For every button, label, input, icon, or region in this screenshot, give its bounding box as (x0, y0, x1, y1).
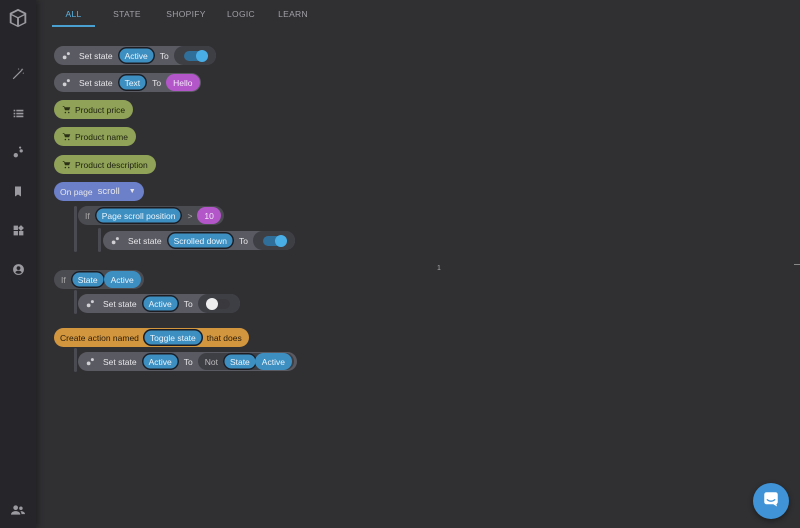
tab-learn[interactable]: LEARN (273, 0, 313, 25)
nesting-guide (74, 206, 77, 252)
block-label: Set state (128, 235, 162, 246)
set-state-block[interactable]: Set state Scrolled down To (103, 231, 295, 250)
if-block[interactable]: If State Active (54, 270, 144, 289)
set-state-block[interactable]: Set state Active To (54, 46, 216, 65)
toggle-switch[interactable] (205, 297, 230, 310)
product-description-block[interactable]: Product description (54, 155, 156, 174)
to-label: To (159, 50, 169, 61)
operator-label[interactable]: > (183, 211, 196, 221)
bookmark-icon[interactable] (8, 181, 28, 201)
to-label: To (152, 77, 162, 88)
nesting-guide (98, 228, 101, 252)
block-label: Product name (75, 131, 128, 142)
canvas-marker: 1 (437, 265, 441, 272)
block-label: Product price (75, 104, 126, 115)
tab-shopify[interactable]: SHOPIFY (161, 0, 211, 25)
toggle-switch[interactable] (183, 49, 208, 62)
cart-icon (61, 132, 71, 142)
chevron-down-icon[interactable]: ▼ (129, 188, 136, 195)
cube-icon[interactable] (6, 6, 30, 30)
edge-tick (794, 264, 800, 265)
set-state-block[interactable]: Set state Active To Not State Active (78, 352, 297, 371)
property-pill[interactable]: Page scroll position (94, 207, 183, 224)
to-label: To (238, 235, 248, 246)
chat-launcher-button[interactable] (753, 483, 789, 519)
not-label: Not (204, 356, 218, 367)
block-label: On page (60, 186, 93, 197)
value-pill[interactable]: Hello (166, 74, 200, 91)
toggle-slot (252, 231, 295, 250)
team-icon[interactable] (8, 500, 28, 520)
state-icon (85, 357, 95, 367)
block-label: Set state (103, 298, 137, 309)
block-label: Set state (79, 50, 113, 61)
tab-logic[interactable]: LOGIC (221, 0, 261, 25)
account-icon[interactable] (8, 259, 28, 279)
tab-all[interactable]: ALL (52, 0, 95, 27)
state-icon (85, 299, 95, 309)
value-pill[interactable]: Active (103, 271, 141, 288)
tab-bar: ALL STATE SHOPIFY LOGIC LEARN (52, 0, 313, 27)
to-label: To (183, 298, 193, 309)
chat-icon (762, 490, 780, 513)
state-variable-pill[interactable]: Active (141, 353, 179, 370)
block-label: Product description (75, 159, 148, 170)
state-variable-pill[interactable]: Scrolled down (166, 232, 234, 249)
block-label: Create action named (60, 332, 139, 343)
set-state-block[interactable]: Set state Active To (78, 294, 240, 313)
if-label: If (61, 274, 66, 285)
value-pill[interactable]: Active (254, 353, 292, 370)
on-page-event-block[interactable]: On page scroll ▼ (54, 182, 144, 201)
cart-icon (61, 160, 71, 170)
not-block[interactable]: Not State Active (197, 353, 294, 370)
nodes-icon[interactable] (8, 142, 28, 162)
set-state-block[interactable]: Set state Text To Hello (54, 73, 201, 92)
property-pill[interactable]: State (70, 271, 105, 288)
state-variable-pill[interactable]: Text (117, 74, 148, 91)
event-dropdown-value[interactable]: scroll (98, 186, 120, 197)
create-action-block[interactable]: Create action named Toggle state that do… (54, 328, 249, 347)
state-icon (61, 78, 71, 88)
block-label: Set state (79, 77, 113, 88)
value-pill[interactable]: 10 (197, 207, 221, 224)
nesting-guide (74, 290, 77, 314)
tab-state[interactable]: STATE (107, 0, 147, 25)
action-name-pill[interactable]: Toggle state (142, 329, 203, 346)
block-label: Set state (103, 356, 137, 367)
state-variable-pill[interactable]: Active (117, 47, 155, 64)
state-icon (61, 51, 71, 61)
state-variable-pill[interactable]: Active (141, 295, 179, 312)
nesting-guide (74, 348, 77, 372)
sidebar (0, 0, 36, 528)
block-suffix: that does (206, 332, 242, 343)
cart-icon (61, 105, 71, 115)
to-label: To (183, 356, 193, 367)
if-label: If (85, 210, 90, 221)
toggle-slot (173, 46, 216, 65)
toggle-slot (197, 294, 240, 313)
toggle-switch[interactable] (262, 234, 287, 247)
product-price-block[interactable]: Product price (54, 100, 134, 119)
widgets-icon[interactable] (8, 220, 28, 240)
property-pill[interactable]: State (222, 353, 257, 370)
state-icon (110, 236, 120, 246)
if-block[interactable]: If Page scroll position > 10 (78, 206, 224, 225)
product-name-block[interactable]: Product name (54, 127, 136, 146)
list-icon[interactable] (8, 103, 28, 123)
magic-wand-icon[interactable] (8, 64, 28, 84)
